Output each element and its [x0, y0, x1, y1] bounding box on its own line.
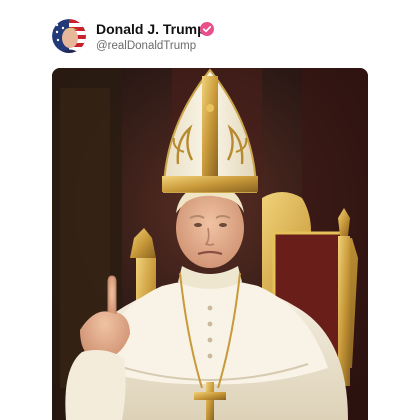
- verified-badge-icon: [200, 22, 214, 36]
- author-name[interactable]: Donald J. Trump: [96, 21, 206, 37]
- post-header: Donald J. Trump @realDonaldTrump: [0, 0, 420, 68]
- post-image[interactable]: [52, 68, 368, 420]
- avatar[interactable]: [52, 19, 86, 53]
- post-image-artwork: [52, 68, 368, 420]
- avatar-image: [52, 19, 86, 53]
- author-handle[interactable]: @realDonaldTrump: [96, 40, 196, 52]
